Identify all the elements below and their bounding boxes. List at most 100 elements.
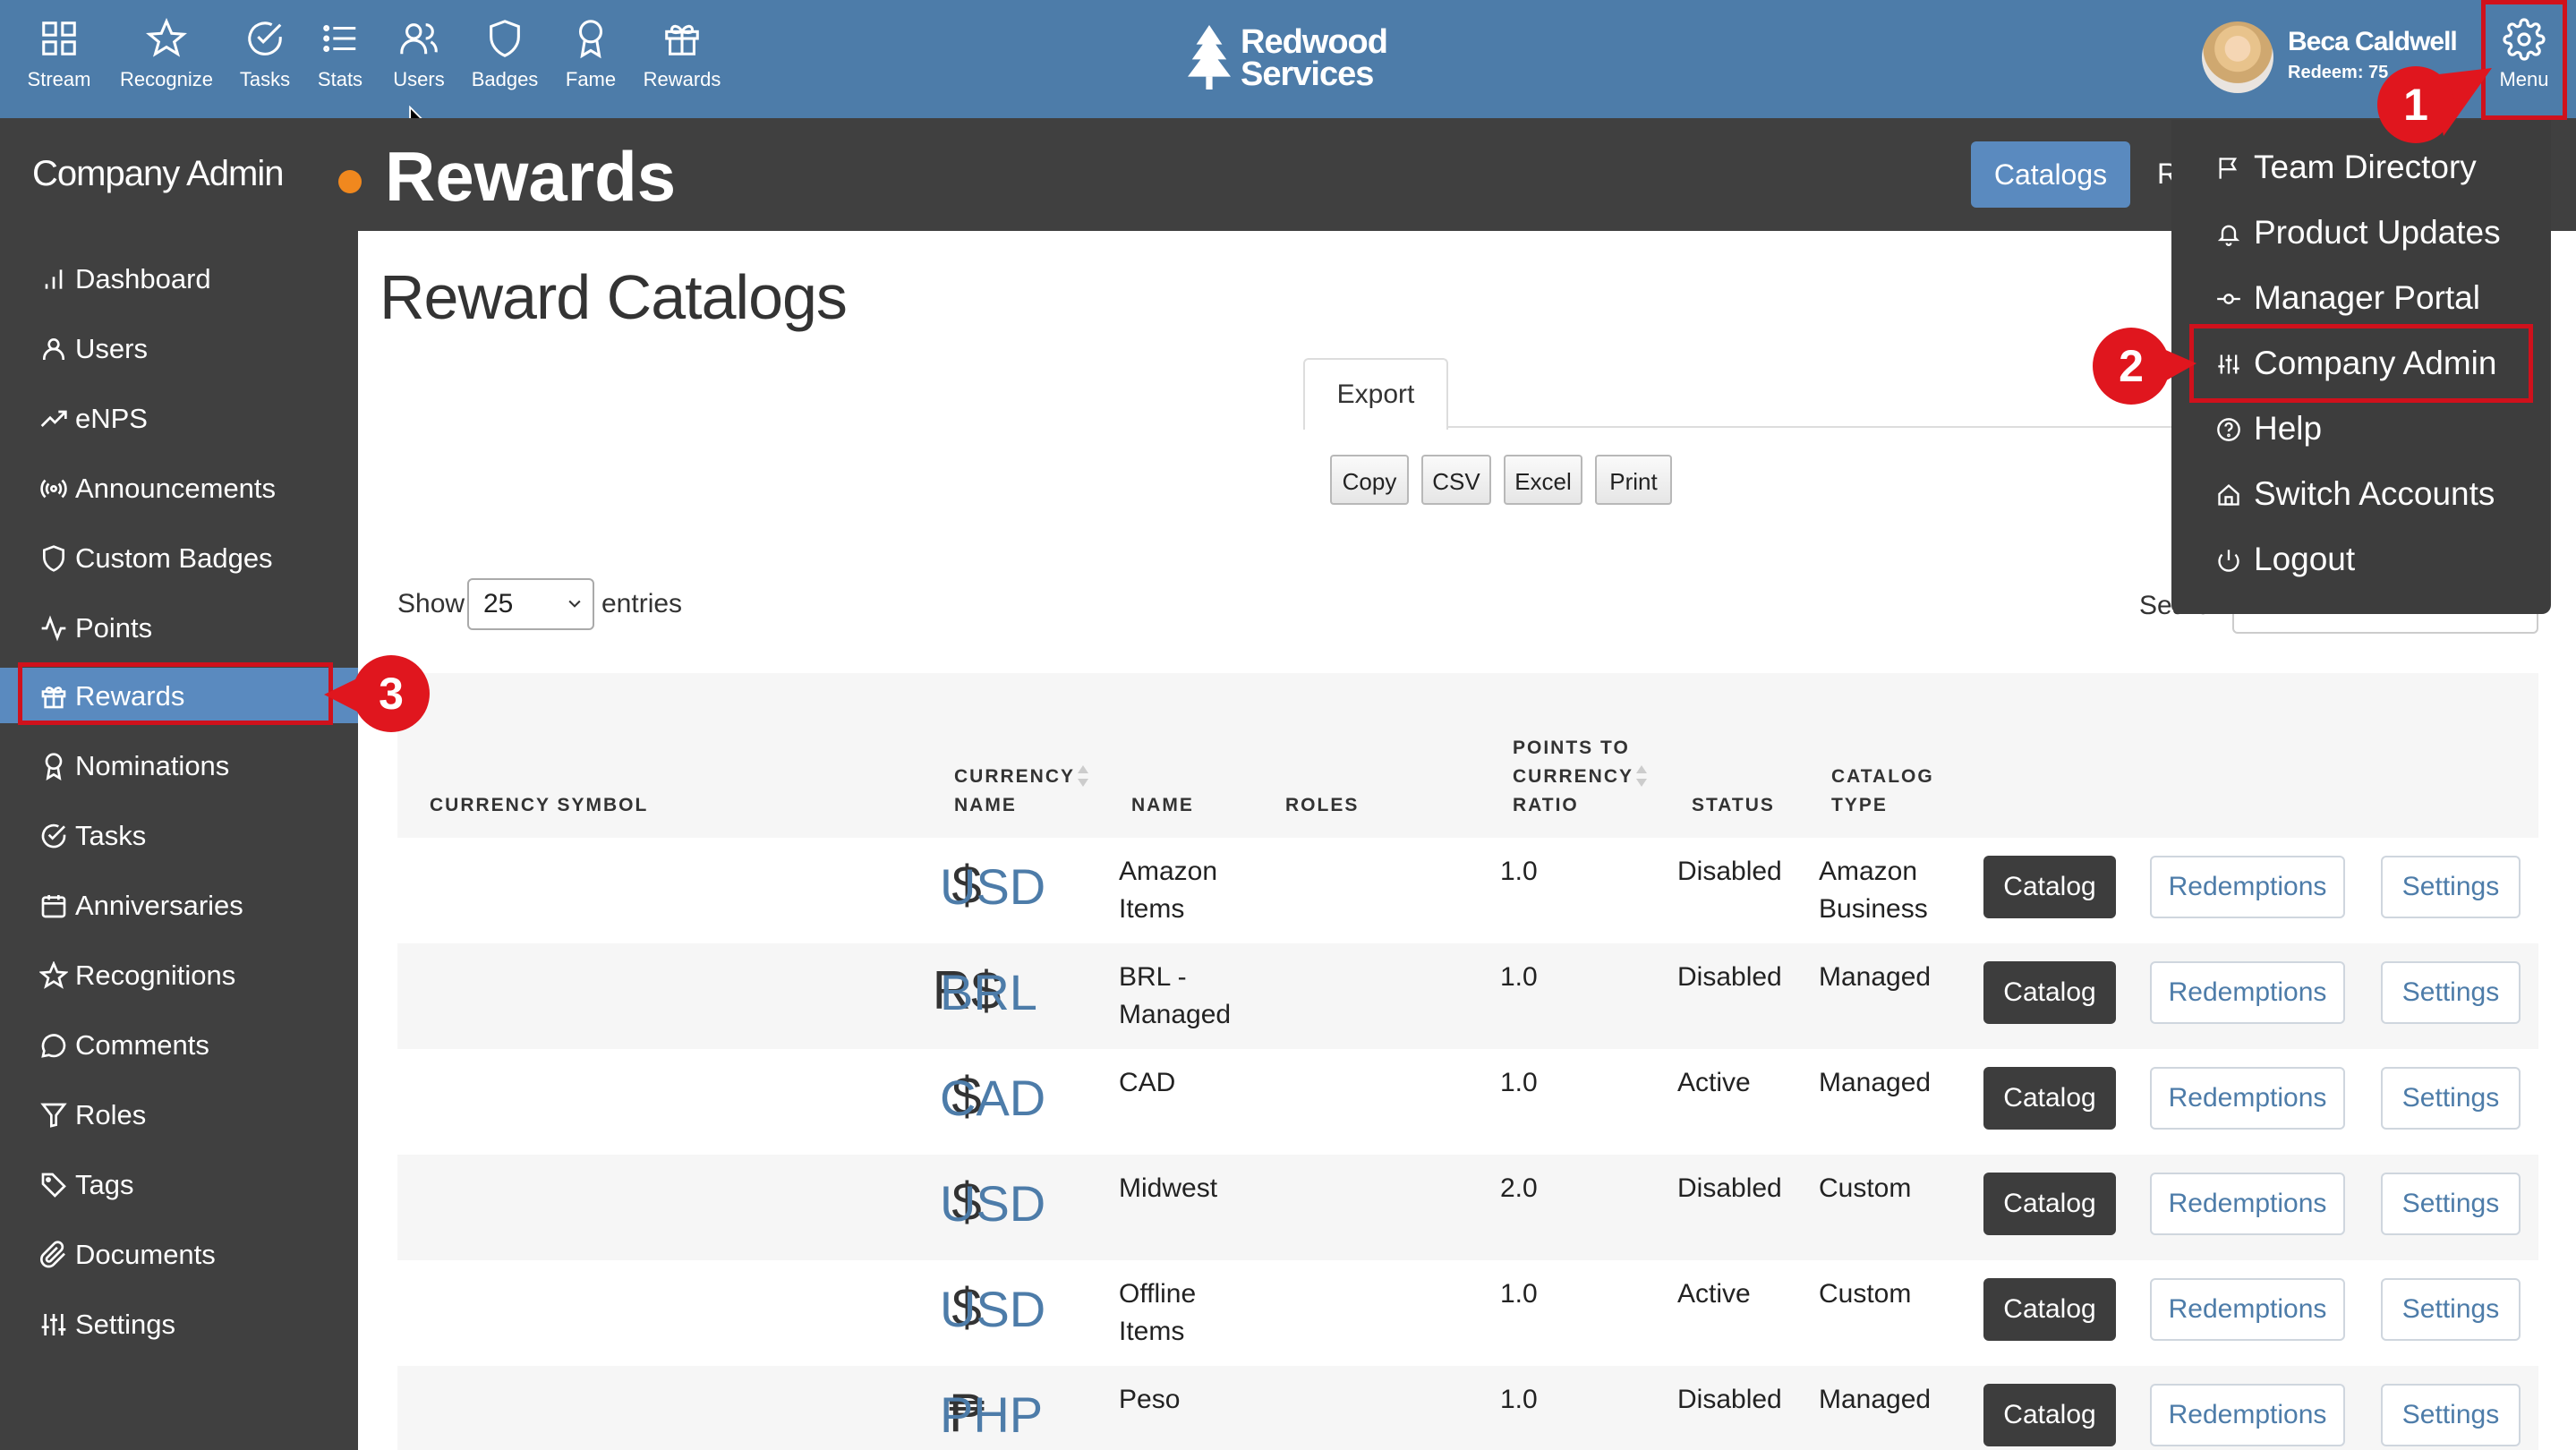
nav-label: Tasks — [239, 68, 291, 90]
sidebar-item-label: Recognitions — [75, 960, 236, 991]
sort-icon[interactable] — [1076, 763, 1090, 789]
catalog-button[interactable]: Catalog — [1983, 1278, 2116, 1341]
nav-label: Recognize — [120, 68, 213, 90]
redemptions-button[interactable]: Redemptions — [2150, 856, 2345, 918]
menu-item-label: Logout — [2254, 541, 2356, 577]
company-logo[interactable]: Redwood Services — [1187, 21, 1420, 102]
status-value: Disabled — [1677, 1385, 1782, 1414]
csv-button[interactable]: CSV — [1421, 455, 1491, 505]
sidebar-item-dashboard[interactable]: Dashboard — [0, 251, 358, 306]
chevron-down-icon — [568, 600, 581, 608]
nav-recognize[interactable]: Recognize — [116, 0, 217, 118]
col-catalog-type-line2[interactable]: TYPE — [1831, 791, 1888, 820]
sidebar-item-tags[interactable]: Tags — [0, 1156, 358, 1212]
settings-button[interactable]: Settings — [2381, 1384, 2521, 1446]
settings-button[interactable]: Settings — [2381, 1067, 2521, 1130]
currency-name-link[interactable]: USD — [940, 1280, 1045, 1338]
user-name[interactable]: Beca Caldwell — [2288, 27, 2458, 57]
sidebar-item-comments[interactable]: Comments — [0, 1017, 358, 1072]
col-ratio-line1[interactable]: POINTS TO — [1513, 734, 1630, 763]
step-3-badge: 3 — [353, 655, 430, 732]
shield-icon — [490, 20, 520, 57]
print-button[interactable]: Print — [1595, 455, 1672, 505]
col-currency-symbol[interactable]: CURRENCY SYMBOL — [430, 791, 648, 820]
sidebar-item-anniversaries[interactable]: Anniversaries — [0, 877, 358, 933]
currency-name-link[interactable]: USD — [940, 1174, 1045, 1232]
user-redeem-points: Redeem: 75 — [2288, 63, 2389, 82]
highlight-rewards — [18, 662, 333, 725]
currency-name-link[interactable]: CAD — [940, 1069, 1045, 1127]
sidebar-item-recognitions[interactable]: Recognitions — [0, 947, 358, 1002]
step-1-badge: 1 — [2377, 66, 2454, 143]
col-currency-name-line1[interactable]: CURRENCY — [954, 763, 1075, 791]
sidebar-item-tasks[interactable]: Tasks — [0, 807, 358, 863]
excel-button[interactable]: Excel — [1504, 455, 1582, 505]
catalog-button[interactable]: Catalog — [1983, 1067, 2116, 1130]
col-ratio-line2[interactable]: CURRENCY — [1513, 763, 1633, 791]
redemptions-button[interactable]: Redemptions — [2150, 1384, 2345, 1446]
menu-item-switch-accounts[interactable]: Switch Accounts — [2171, 463, 2551, 525]
col-roles[interactable]: ROLES — [1285, 791, 1359, 820]
redemptions-button[interactable]: Redemptions — [2150, 1173, 2345, 1235]
redemptions-button[interactable]: Redemptions — [2150, 1278, 2345, 1341]
catalog-type: Managed — [1819, 962, 1932, 992]
redemptions-button[interactable]: Redemptions — [2150, 961, 2345, 1024]
nav-stats[interactable]: Stats — [308, 0, 372, 118]
nav-fame[interactable]: Fame — [555, 0, 627, 118]
copy-button[interactable]: Copy — [1330, 455, 1409, 505]
sidebar-item-label: eNPS — [75, 403, 148, 434]
catalog-button[interactable]: Catalog — [1983, 1173, 2116, 1235]
nav-stream[interactable]: Stream — [13, 0, 106, 118]
avatar[interactable] — [2202, 21, 2273, 93]
settings-button[interactable]: Settings — [2381, 1278, 2521, 1341]
currency-name-link[interactable]: BRL — [940, 963, 1037, 1021]
col-ratio-line3[interactable]: RATIO — [1513, 791, 1579, 820]
logo-line2: Services — [1241, 55, 1374, 93]
sidebar-item-label: Tasks — [75, 820, 147, 851]
nav-rewards[interactable]: Rewards — [637, 0, 727, 118]
sidebar-item-nominations[interactable]: Nominations — [0, 738, 358, 793]
col-currency-name-line2[interactable]: NAME — [954, 791, 1017, 820]
export-tab[interactable]: Export — [1303, 358, 1448, 430]
menu-item-product-updates[interactable]: Product Updates — [2171, 201, 2551, 264]
sort-icon[interactable] — [1634, 763, 1649, 789]
currency-name-link[interactable]: PHP — [940, 1386, 1043, 1444]
calendar-icon — [41, 895, 66, 918]
nav-tasks[interactable]: Tasks — [231, 0, 299, 118]
catalog-button[interactable]: Catalog — [1983, 1384, 2116, 1446]
entries-select[interactable]: 25 — [467, 578, 594, 630]
catalog-name: Amazon — [1119, 857, 1218, 886]
sidebar-item-custom-badges[interactable]: Custom Badges — [0, 530, 358, 585]
settings-button[interactable]: Settings — [2381, 1173, 2521, 1235]
help-circle-icon — [2217, 418, 2240, 441]
nav-badges[interactable]: Badges — [465, 0, 544, 118]
menu-item-help[interactable]: Help — [2171, 397, 2551, 460]
sidebar-item-roles[interactable]: Roles — [0, 1087, 358, 1142]
settings-button[interactable]: Settings — [2381, 961, 2521, 1024]
col-catalog-type-line1[interactable]: CATALOG — [1831, 763, 1934, 791]
tab-catalogs[interactable]: Catalogs — [1971, 141, 2130, 208]
nav-users[interactable]: Users — [383, 0, 455, 118]
settings-button[interactable]: Settings — [2381, 856, 2521, 918]
sidebar-item-documents[interactable]: Documents — [0, 1226, 358, 1282]
currency-name-link[interactable]: USD — [940, 857, 1045, 916]
redemptions-button[interactable]: Redemptions — [2150, 1067, 2345, 1130]
catalog-button[interactable]: Catalog — [1983, 961, 2116, 1024]
sidebar-item-users[interactable]: Users — [0, 320, 358, 376]
sidebar-item-label: Anniversaries — [75, 890, 243, 921]
catalog-button[interactable]: Catalog — [1983, 856, 2116, 918]
menu-item-team-directory[interactable]: Team Directory — [2171, 136, 2551, 199]
sidebar-item-announcements[interactable]: Announcements — [0, 460, 358, 516]
sidebar-item-enps[interactable]: eNPS — [0, 390, 358, 446]
col-name[interactable]: NAME — [1131, 791, 1194, 820]
sliders-icon — [41, 1314, 66, 1335]
col-status[interactable]: STATUS — [1692, 791, 1775, 820]
sidebar-item-points[interactable]: Points — [0, 600, 358, 655]
menu-item-manager-portal[interactable]: Manager Portal — [2171, 267, 2551, 329]
catalog-type: Custom — [1819, 1173, 1912, 1203]
menu-item-logout[interactable]: Logout — [2171, 528, 2551, 591]
sidebar-item-label: Roles — [75, 1099, 147, 1130]
sidebar-item-settings[interactable]: Settings — [0, 1296, 358, 1352]
sidebar-item-label: Points — [75, 612, 153, 644]
catalog-name: Peso — [1119, 1385, 1181, 1414]
